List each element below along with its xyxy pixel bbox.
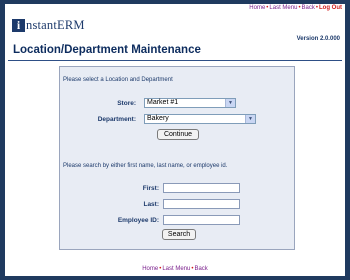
brand-logo: i nstantERM [12,18,85,32]
footer-separator: • [159,266,162,272]
last-name-label: Last: [143,201,159,208]
nav-back-link[interactable]: Back [302,5,315,11]
search-instruction: Please search by either first name, last… [63,163,228,169]
chevron-down-icon[interactable]: ▼ [225,99,235,107]
top-nav: Home•Last Menu•Back•Log Out [249,5,342,11]
chevron-down-icon[interactable]: ▼ [245,115,255,123]
logo-text: nstantERM [26,17,85,32]
department-select[interactable]: Bakery ▼ [144,114,256,124]
footer-home-link[interactable]: Home [142,266,158,272]
continue-button[interactable]: Continue [157,129,199,140]
department-label: Department: [97,116,136,123]
page-container: Home•Last Menu•Back•Log Out i nstantERM … [5,4,345,276]
first-name-label: First: [142,185,159,192]
nav-last-menu-link[interactable]: Last Menu [269,5,297,11]
bottom-nav: Home•Last Menu•Back [5,266,345,272]
last-name-input[interactable] [163,199,240,209]
department-selected-value: Bakery [147,115,169,122]
employee-id-label: Employee ID: [117,217,159,224]
page-title: Location/Department Maintenance [13,44,201,56]
logo-mark: i [12,18,25,32]
maintenance-panel: Please select a Location and Department … [59,66,295,250]
store-select[interactable]: Market #1 ▼ [144,98,236,108]
title-divider [8,60,342,61]
logout-link[interactable]: Log Out [319,5,342,11]
search-button[interactable]: Search [162,229,196,240]
footer-back-link[interactable]: Back [194,266,207,272]
nav-separator: • [298,5,301,11]
footer-last-menu-link[interactable]: Last Menu [162,266,190,272]
store-selected-value: Market #1 [147,99,179,106]
location-instruction: Please select a Location and Department [63,77,173,83]
version-label: Version 2.0.000 [296,36,340,42]
nav-separator: • [315,5,318,11]
store-label: Store: [117,100,136,107]
first-name-input[interactable] [163,183,240,193]
employee-id-input[interactable] [163,215,240,225]
nav-home-link[interactable]: Home [249,5,265,11]
